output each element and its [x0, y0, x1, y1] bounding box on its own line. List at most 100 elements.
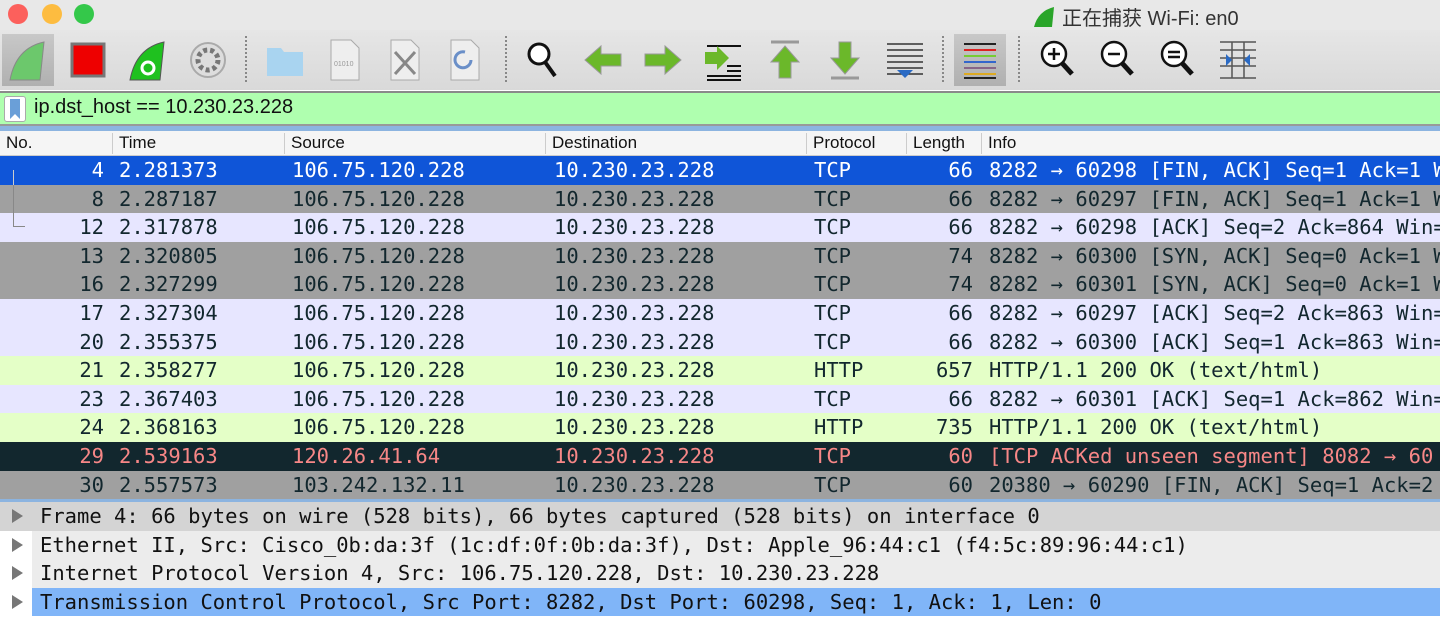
- last-packet-button[interactable]: [819, 34, 871, 86]
- packet-src-cell: 106.75.120.228: [292, 329, 465, 354]
- filter-bookmark-icon[interactable]: [4, 96, 26, 122]
- expand-triangle-icon[interactable]: [12, 537, 23, 552]
- normal-size-button[interactable]: [1152, 34, 1204, 86]
- packet-time-cell: 2.327304: [119, 300, 218, 325]
- go-to-packet-button[interactable]: [697, 34, 749, 86]
- close-file-button[interactable]: [379, 34, 431, 86]
- packet-len-cell: 66: [948, 329, 973, 354]
- close-file-icon: [390, 39, 420, 81]
- packet-proto-cell: TCP: [814, 329, 852, 354]
- colorize-icon: [964, 43, 996, 79]
- packet-proto-cell: TCP: [814, 443, 852, 468]
- column-header-protocol[interactable]: Protocol: [806, 133, 875, 154]
- packet-list: 4 2.281373 106.75.120.228 10.230.23.228 TCP 6…: [0, 156, 1440, 500]
- display-filter-bar: [0, 91, 1440, 126]
- packet-row[interactable]: 24 2.368163 106.75.120.228 10.230.23.228 HTT…: [0, 413, 1440, 442]
- packet-src-cell: 106.75.120.228: [292, 186, 465, 211]
- packet-len-cell: 66: [948, 300, 973, 325]
- open-file-button[interactable]: [259, 34, 311, 86]
- packet-dst-cell: 10.230.23.228: [554, 443, 715, 468]
- packet-proto-cell: TCP: [814, 272, 852, 297]
- packet-len-cell: 66: [948, 215, 973, 240]
- minimize-window-button[interactable]: [42, 4, 62, 24]
- packet-proto-cell: HTTP: [814, 358, 864, 383]
- stop-capture-icon: [70, 42, 106, 78]
- packet-len-cell: 60: [948, 472, 973, 497]
- column-header-source[interactable]: Source: [284, 133, 345, 154]
- packet-src-cell: 106.75.120.228: [292, 243, 465, 268]
- detail-tree-item[interactable]: Internet Protocol Version 4, Src: 106.75…: [0, 559, 1440, 588]
- autoscroll-icon: [887, 43, 923, 78]
- toolbar-separator: [505, 36, 507, 82]
- packet-row[interactable]: 21 2.358277 106.75.120.228 10.230.23.228 HTT…: [0, 356, 1440, 385]
- stop-capture-button[interactable]: [62, 34, 114, 86]
- packet-src-cell: 106.75.120.228: [292, 386, 465, 411]
- start-capture-button[interactable]: [2, 34, 54, 86]
- zoom-in-button[interactable]: [1032, 34, 1084, 86]
- column-header-length[interactable]: Length: [906, 133, 965, 154]
- reload-file-icon: [450, 39, 480, 81]
- save-file-button[interactable]: 01010: [319, 34, 371, 86]
- column-header-no[interactable]: No.: [0, 133, 32, 154]
- restart-capture-button[interactable]: [122, 34, 174, 86]
- column-header-info[interactable]: Info: [981, 133, 1016, 154]
- packet-dst-cell: 10.230.23.228: [554, 215, 715, 240]
- autoscroll-button[interactable]: [879, 34, 931, 86]
- packet-row[interactable]: 16 2.327299 106.75.120.228 10.230.23.228 TCP…: [0, 270, 1440, 299]
- packet-dst-cell: 10.230.23.228: [554, 329, 715, 354]
- packet-info-cell: HTTP/1.1 200 OK (text/html): [989, 358, 1323, 383]
- toolbar-separator: [1018, 36, 1020, 82]
- packet-src-cell: 106.75.120.228: [292, 158, 465, 182]
- packet-dst-cell: 10.230.23.228: [554, 158, 715, 182]
- packet-row[interactable]: 8 2.287187 106.75.120.228 10.230.23.228 TCP 6…: [0, 184, 1440, 214]
- packet-row[interactable]: 17 2.327304 106.75.120.228 10.230.23.228 TCP…: [0, 298, 1440, 328]
- packet-len-cell: 66: [948, 186, 973, 211]
- find-packet-button[interactable]: [517, 34, 569, 86]
- zoom-out-icon: [1100, 40, 1134, 76]
- zoom-out-button[interactable]: [1092, 34, 1144, 86]
- packet-len-cell: 735: [935, 415, 973, 440]
- detail-tree-item[interactable]: Transmission Control Protocol, Src Port:…: [0, 587, 1440, 617]
- packet-len-cell: 66: [948, 158, 973, 182]
- detail-tree-item[interactable]: Ethernet II, Src: Cisco_0b:da:3f (1c:df:…: [0, 530, 1440, 560]
- first-packet-button[interactable]: [759, 34, 811, 86]
- packet-time-cell: 2.539163: [119, 443, 218, 468]
- capture-options-button[interactable]: [182, 34, 234, 86]
- packet-dst-cell: 10.230.23.228: [554, 272, 715, 297]
- packet-row[interactable]: 12 2.317878 106.75.120.228 10.230.23.228 TCP…: [0, 213, 1440, 242]
- display-filter-input[interactable]: [34, 96, 1334, 119]
- go-forward-button[interactable]: [637, 34, 689, 86]
- capture-options-icon: [190, 42, 226, 78]
- restart-capture-icon: [129, 41, 165, 81]
- packet-time-cell: 2.320805: [119, 243, 218, 268]
- go-back-button[interactable]: [577, 34, 629, 86]
- toolbar-separator: [942, 36, 944, 82]
- zoom-window-button[interactable]: [74, 4, 94, 24]
- packet-row[interactable]: 13 2.320805 106.75.120.228 10.230.23.228 TCP…: [0, 241, 1440, 271]
- packet-dst-cell: 10.230.23.228: [554, 186, 715, 211]
- packet-no-cell: 17: [79, 300, 104, 325]
- conversation-tree-line: [13, 213, 25, 228]
- packet-row[interactable]: 30 2.557573 103.242.132.11 10.230.23.228 TCP…: [0, 470, 1440, 500]
- packet-row[interactable]: 20 2.355375 106.75.120.228 10.230.23.228 TCP…: [0, 327, 1440, 357]
- expand-triangle-icon[interactable]: [12, 566, 23, 581]
- packet-proto-cell: TCP: [814, 300, 852, 325]
- packet-row[interactable]: 23 2.367403 106.75.120.228 10.230.23.228 TCP…: [0, 384, 1440, 414]
- packet-no-cell: 30: [79, 472, 104, 497]
- toolbar-separator: [245, 36, 247, 82]
- column-header-destination[interactable]: Destination: [545, 133, 637, 154]
- close-window-button[interactable]: [8, 4, 28, 24]
- packet-row[interactable]: 29 2.539163 120.26.41.64 10.230.23.228 TCP 60…: [0, 441, 1440, 471]
- expand-triangle-icon[interactable]: [12, 594, 23, 609]
- column-header-time[interactable]: Time: [112, 133, 156, 154]
- expand-triangle-icon[interactable]: [12, 509, 23, 523]
- packet-no-cell: 21: [79, 358, 104, 383]
- packet-no-cell: 8: [91, 186, 104, 211]
- title-bar: 正在捕获 Wi-Fi: en0: [0, 0, 1440, 30]
- packet-row[interactable]: 4 2.281373 106.75.120.228 10.230.23.228 TCP 6…: [0, 156, 1440, 185]
- reload-file-button[interactable]: [439, 34, 491, 86]
- resize-columns-button[interactable]: [1212, 34, 1264, 86]
- packet-info-cell: 20380 → 60290 [FIN, ACK] Seq=1 Ack=2: [989, 472, 1434, 497]
- detail-tree-item[interactable]: Frame 4: 66 bytes on wire (528 bits), 66…: [0, 502, 1440, 531]
- colorize-button[interactable]: [954, 34, 1006, 86]
